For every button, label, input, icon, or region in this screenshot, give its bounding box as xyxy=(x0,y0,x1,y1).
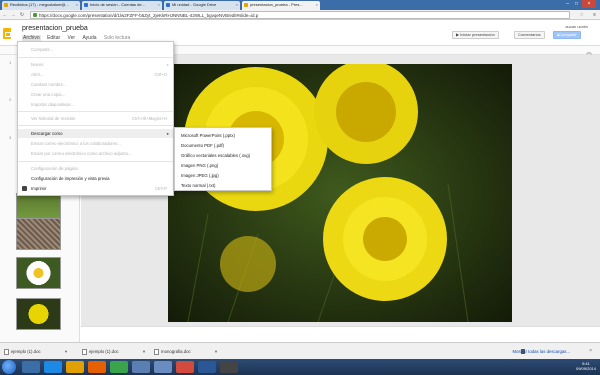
slides-favicon-icon xyxy=(244,3,248,7)
present-button[interactable]: ▶ Iniciar presentación xyxy=(452,31,499,39)
chevron-down-icon[interactable]: ▾ xyxy=(65,346,67,357)
comments-button[interactable]: Comentarios xyxy=(514,31,545,39)
doc-file-icon xyxy=(154,349,159,355)
menu-item-imprimir[interactable]: Imprimir Ctrl+P xyxy=(18,184,173,193)
firefox-icon[interactable] xyxy=(88,361,106,373)
slide-thumbnail[interactable] xyxy=(16,298,61,330)
system-clock[interactable]: 9:41 09/09/2014 xyxy=(576,361,596,371)
doc-file-icon xyxy=(82,349,87,355)
submenu-arrow-icon: ▸ xyxy=(166,131,169,136)
archivo-dropdown: Compartir... Nuevo ▸ Abrir... Ctrl+O Cambi… xyxy=(17,41,174,196)
menu-item-descargar-como[interactable]: Descargar como ▸ xyxy=(18,129,173,138)
tab-label: Mi unidad - Google Drive xyxy=(172,2,217,7)
slide-number: 2 xyxy=(9,97,12,102)
menu-divider xyxy=(18,57,173,58)
slide-thumbnail[interactable] xyxy=(16,257,61,289)
chevron-down-icon[interactable]: ▾ xyxy=(143,346,145,357)
show-all-downloads-link[interactable]: Mostrar todas las descargas... xyxy=(512,346,570,357)
back-arrow-icon[interactable]: ← xyxy=(2,12,8,18)
download-txt[interactable]: Texto normal (.txt) xyxy=(175,181,271,190)
menu-divider xyxy=(18,125,173,126)
maximize-icon[interactable]: □ xyxy=(572,0,581,8)
download-pdf[interactable]: Documento PDF (.pdf) xyxy=(175,141,271,150)
browser-tab-drive[interactable]: Mi unidad - Google Drive × xyxy=(164,1,240,10)
url-text: https://docs.google.com/presentation/d/1… xyxy=(39,13,259,18)
tab-label: presentacion_prueba - Pres... xyxy=(250,2,303,7)
printer-icon xyxy=(22,186,27,191)
terminal-icon[interactable] xyxy=(220,361,238,373)
bookmark-star-icon[interactable]: ☆ xyxy=(580,12,584,18)
address-bar[interactable]: https://docs.google.com/presentation/d/1… xyxy=(30,11,570,19)
browser-tab-login[interactable]: Inicio de sesión - Cuentas de... × xyxy=(82,1,162,10)
menu-item-historial[interactable]: Ver historial de revisión Ctrl+Alt+Mayús+… xyxy=(18,114,173,123)
descargar-como-submenu: Microsoft PowerPoint (.pptx) Documento P… xyxy=(174,127,272,191)
document-title[interactable]: presentacion_prueba xyxy=(22,25,88,32)
clock-date: 09/09/2014 xyxy=(575,366,596,371)
share-button[interactable]: 🔒︎Compartir xyxy=(553,31,581,39)
forward-arrow-icon[interactable]: → xyxy=(10,12,16,18)
close-tab-icon[interactable]: × xyxy=(158,2,160,7)
menu-item-importar[interactable]: Importar diapositivas... xyxy=(18,100,173,109)
reload-icon[interactable]: ↻ xyxy=(19,12,25,18)
browser-toolbar: ← → ↻ https://docs.google.com/presentati… xyxy=(0,10,600,20)
download-png[interactable]: Imagen PNG (.png) xyxy=(175,161,271,170)
download-item[interactable]: ejemplo (1).doc ▾ xyxy=(2,346,70,357)
drive-favicon-icon xyxy=(166,3,170,7)
user-account[interactable]: aucan ucalm xyxy=(565,24,588,29)
close-tab-icon[interactable]: × xyxy=(76,2,78,7)
start-button[interactable] xyxy=(2,360,16,374)
download-item[interactable]: monografia.doc ▾ xyxy=(152,346,220,357)
current-slide[interactable] xyxy=(168,64,512,322)
tab-label: Inicio de sesión - Cuentas de... xyxy=(90,2,145,7)
close-icon[interactable]: × xyxy=(589,346,592,357)
media-icon[interactable] xyxy=(110,361,128,373)
ie-icon[interactable] xyxy=(44,361,62,373)
menu-item-enviar-adjunto[interactable]: Enviar por correo electrónico como archi… xyxy=(18,149,173,158)
browser-tab-presentation[interactable]: presentacion_prueba - Pres... × xyxy=(242,1,320,10)
menu-divider xyxy=(18,161,173,162)
menu-item-crear-copia[interactable]: Crear una copia... xyxy=(18,90,173,99)
menu-item-config-pagina[interactable]: Configuración de página xyxy=(18,164,173,173)
download-item[interactable]: ejemplo (1).doc ▾ xyxy=(80,346,148,357)
doc-file-icon xyxy=(4,349,9,355)
slide-thumbnail[interactable] xyxy=(16,218,61,250)
close-tab-icon[interactable]: × xyxy=(316,2,318,7)
download-pptx[interactable]: Microsoft PowerPoint (.pptx) xyxy=(175,131,271,140)
chrome-icon[interactable] xyxy=(176,361,194,373)
gmail-favicon-icon xyxy=(4,3,8,7)
google-favicon-icon xyxy=(84,3,88,7)
share-label: Compartir xyxy=(559,32,577,37)
menu-item-abrir[interactable]: Abrir... Ctrl+O xyxy=(18,70,173,79)
slide-number: 1 xyxy=(9,60,12,65)
windows-taskbar: 9:41 09/09/2014 xyxy=(0,359,600,375)
slide-number: 3 xyxy=(9,135,12,140)
minimize-icon[interactable]: – xyxy=(563,0,572,8)
folder-icon[interactable] xyxy=(66,361,84,373)
browser-tab-strip: Recibidos (17) - megustatom@... × Inicio… xyxy=(0,0,600,10)
word-icon[interactable] xyxy=(198,361,216,373)
menu-item-cambiar-nombre[interactable]: Cambiar nombre... xyxy=(18,80,173,89)
chrome-menu-icon[interactable]: ≡ xyxy=(593,12,596,18)
tab-label: Recibidos (17) - megustatom@... xyxy=(10,2,69,7)
app-icon[interactable] xyxy=(154,361,172,373)
menu-item-nuevo[interactable]: Nuevo ▸ xyxy=(18,60,173,69)
speaker-notes[interactable] xyxy=(81,326,600,342)
dandelion-photo xyxy=(168,64,512,322)
slides-logo-icon[interactable] xyxy=(3,28,11,39)
explorer-icon[interactable] xyxy=(22,361,40,373)
download-jpeg[interactable]: Imagen JPEG (.jpg) xyxy=(175,171,271,180)
close-window-icon[interactable]: × xyxy=(582,0,596,8)
download-shelf: ejemplo (1).doc ▾ ejemplo (1).doc ▾ mono… xyxy=(0,342,600,359)
browser-tab-gmail[interactable]: Recibidos (17) - megustatom@... × xyxy=(2,1,80,10)
close-tab-icon[interactable]: × xyxy=(236,2,238,7)
menu-item-enviar-colaboradores[interactable]: Enviar correo electrónico a los colabora… xyxy=(18,139,173,148)
lock-icon xyxy=(33,13,37,17)
menu-divider xyxy=(18,111,173,112)
download-svg[interactable]: Gráfico vectoriales escalables (.svg) xyxy=(175,151,271,160)
menu-item-config-impresion[interactable]: Configuración de impresión y vista previ… xyxy=(18,174,173,183)
menu-item-compartir[interactable]: Compartir... xyxy=(18,45,173,54)
present-label: Iniciar presentación xyxy=(460,32,495,37)
app-icon[interactable] xyxy=(132,361,150,373)
chevron-down-icon[interactable]: ▾ xyxy=(215,346,217,357)
